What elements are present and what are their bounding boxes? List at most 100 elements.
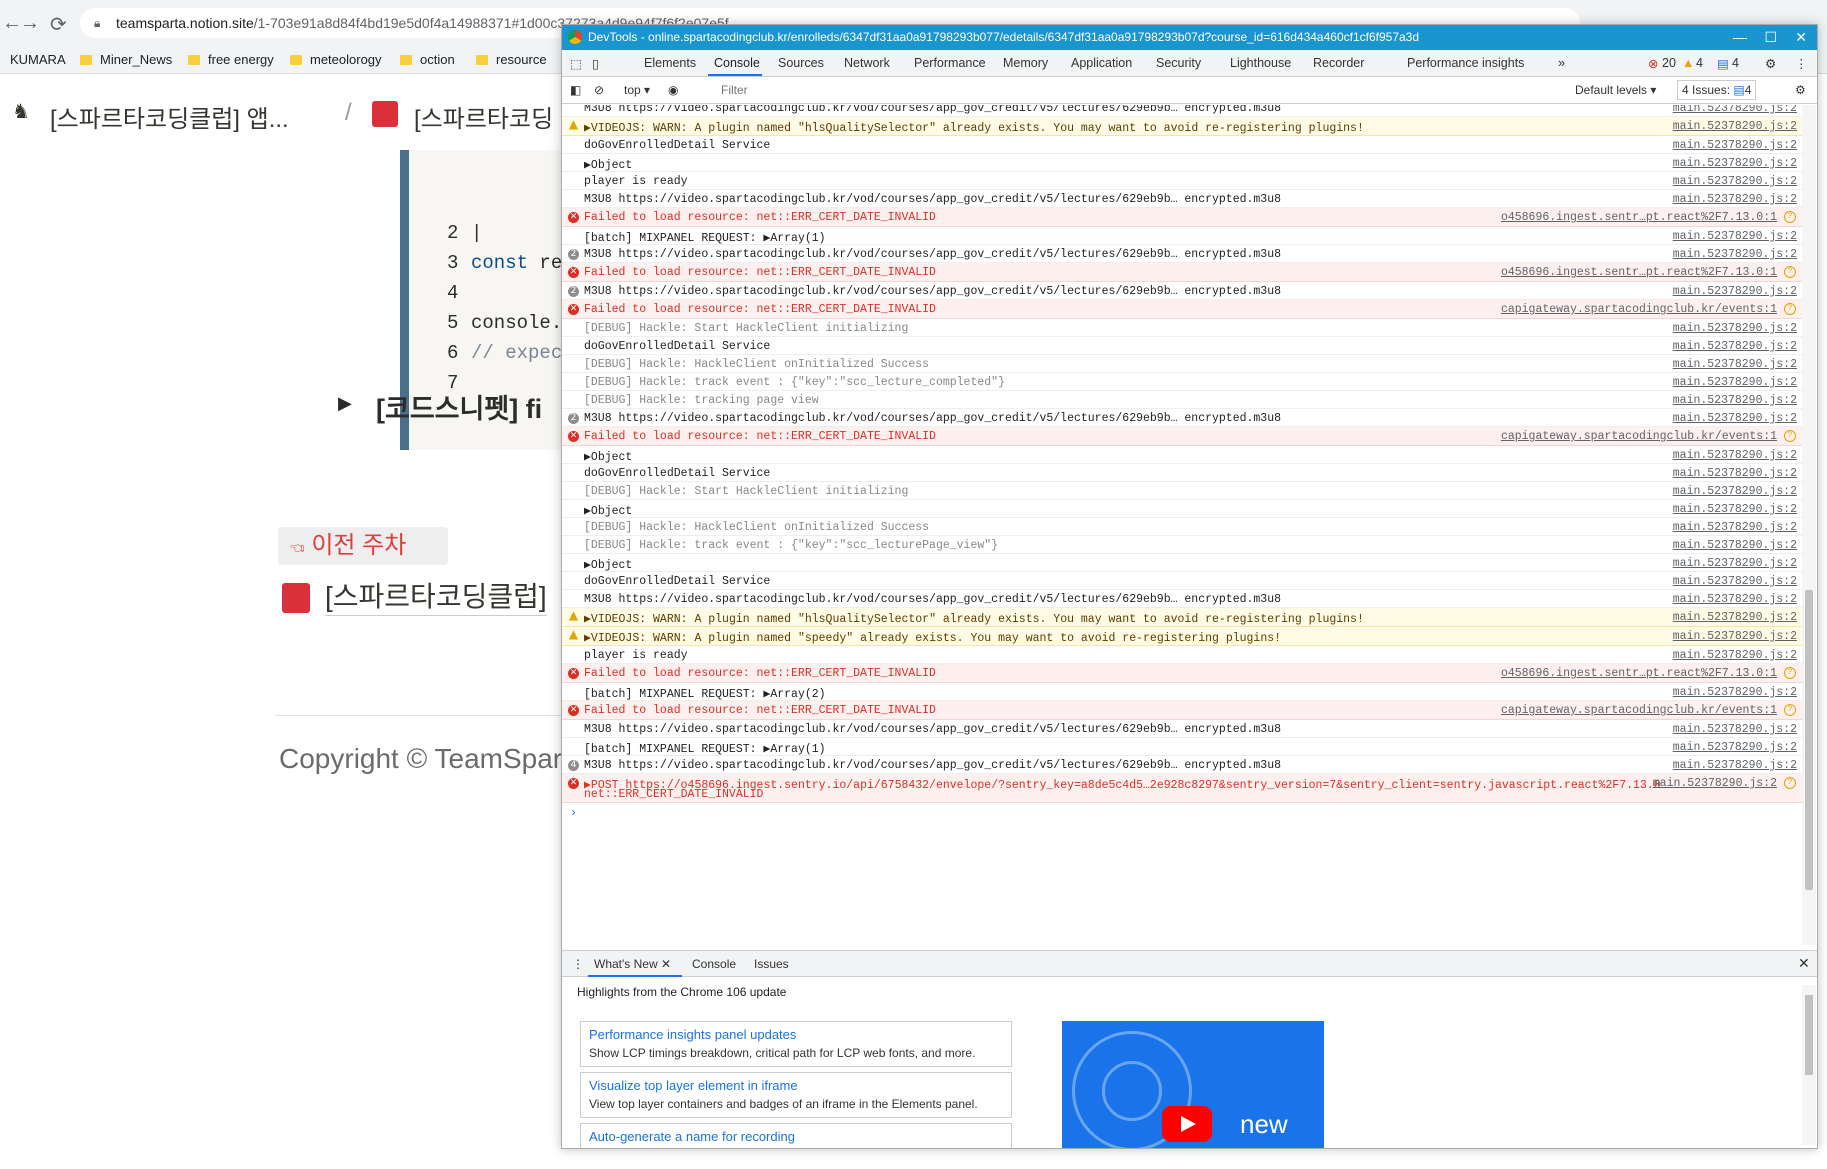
tab-security[interactable]: Security	[1156, 56, 1201, 70]
filter-input[interactable]	[717, 80, 1562, 100]
console-message[interactable]: ▶Object main.52378290.js:2	[562, 154, 1802, 172]
bookmark-item[interactable]: meteolorogy	[290, 52, 382, 67]
console-message[interactable]: M3U8 https://video.spartacodingclub.kr/v…	[562, 720, 1802, 738]
source-link[interactable]: main.52378290.js:2	[1673, 539, 1797, 552]
console-message[interactable]: doGovEnrolledDetail Service main.52378290…	[562, 136, 1802, 154]
source-link[interactable]: main.52378290.js:2	[1673, 105, 1797, 115]
source-link[interactable]: main.52378290.js:2	[1673, 467, 1797, 480]
error-count[interactable]: 20	[1662, 56, 1676, 70]
clear-console-icon[interactable]: ⊘	[594, 83, 604, 97]
source-link[interactable]: capigateway.spartacodingclub.kr/events:1	[1501, 704, 1777, 717]
source-link[interactable]: main.52378290.js:2	[1673, 741, 1797, 754]
toggle-block-title[interactable]: [코드스니펫] fi	[376, 387, 542, 426]
issue-link-icon[interactable]: ?	[1784, 303, 1796, 315]
console-message[interactable]: [batch] MIXPANEL REQUEST: ▶Array(2) main.…	[562, 683, 1802, 701]
console-message[interactable]: ▶Object main.52378290.js:2	[562, 554, 1802, 572]
tab-performance[interactable]: Performance	[914, 56, 986, 70]
console-log[interactable]: M3U8 https://video.spartacodingclub.kr/v…	[562, 105, 1802, 945]
issue-link-icon[interactable]: ?	[1784, 667, 1796, 679]
tab-elements[interactable]: Elements	[644, 56, 696, 70]
issue-link-icon[interactable]: ?	[1784, 211, 1796, 223]
inspect-icon[interactable]: ⬚	[570, 56, 582, 71]
card-title[interactable]: Performance insights panel updates	[589, 1027, 796, 1042]
source-link[interactable]: capigateway.spartacodingclub.kr/events:1	[1501, 303, 1777, 316]
toggle-triangle-icon[interactable]: ▶	[338, 393, 352, 414]
breadcrumb-item[interactable]: [스파르타코딩클럽] 앱...	[50, 99, 289, 134]
source-link[interactable]: main.52378290.js:2	[1673, 759, 1797, 772]
console-message[interactable]: [DEBUG] Hackle: track event : {"key":"sc…	[562, 373, 1802, 391]
prev-week-link[interactable]: [스파르타코딩클럽]	[325, 575, 547, 616]
console-message[interactable]: 2 M3U8 https://video.spartacodingclub.kr/…	[562, 245, 1802, 263]
console-message[interactable]: ✕ Failed to load resource: net::ERR_CERT_…	[562, 263, 1802, 282]
drawer-tab-console[interactable]: Console	[692, 957, 736, 971]
source-link[interactable]: main.52378290.js:2	[1673, 157, 1797, 170]
source-link[interactable]: main.52378290.js:2	[1673, 120, 1797, 133]
console-message[interactable]: [DEBUG] Hackle: tracking page view main.5…	[562, 391, 1802, 409]
console-message[interactable]: [batch] MIXPANEL REQUEST: ▶Array(1) main.…	[562, 227, 1802, 245]
back-icon[interactable]: ←	[2, 12, 22, 35]
console-message[interactable]: [DEBUG] Hackle: HackleClient onInitializ…	[562, 355, 1802, 373]
console-message[interactable]: ✕ ▶POST https://o458696.ingest.sentry.io/…	[562, 774, 1802, 803]
minimize-icon[interactable]: —	[1733, 25, 1747, 50]
source-link[interactable]: main.52378290.js:2	[1673, 412, 1797, 425]
source-link[interactable]: main.52378290.js:2	[1673, 503, 1797, 516]
source-link[interactable]: main.52378290.js:2	[1673, 593, 1797, 606]
warning-count-icon[interactable]: ▲	[1682, 56, 1694, 70]
console-message[interactable]: [DEBUG] Hackle: Start HackleClient initi…	[562, 319, 1802, 337]
whats-new-card[interactable]: Visualize top layer element in iframe Vi…	[580, 1072, 1012, 1118]
youtube-play-icon[interactable]	[1162, 1106, 1212, 1142]
source-link[interactable]: o458696.ingest.sentr…pt.react%2F7.13.0:1	[1501, 667, 1777, 680]
bookmark-item[interactable]: oction	[400, 52, 455, 67]
forward-icon[interactable]: →	[20, 12, 40, 35]
issue-link-icon[interactable]: ?	[1784, 777, 1796, 789]
tab-recorder[interactable]: Recorder	[1313, 56, 1364, 70]
log-levels-dropdown[interactable]: Default levels ▾	[1575, 83, 1656, 97]
scroll-thumb[interactable]	[1805, 590, 1813, 890]
console-message[interactable]: ▶Object main.52378290.js:2	[562, 500, 1802, 518]
console-message[interactable]: ✕ Failed to load resource: net::ERR_CERT_…	[562, 208, 1802, 227]
source-link[interactable]: main.52378290.js:2	[1673, 557, 1797, 570]
tab-network[interactable]: Network	[844, 56, 890, 70]
source-link[interactable]: o458696.ingest.sentr…pt.react%2F7.13.0:1	[1501, 211, 1777, 224]
source-link[interactable]: main.52378290.js:2	[1673, 521, 1797, 534]
bookmark-item[interactable]: Miner_News	[80, 52, 172, 67]
console-message[interactable]: 2 M3U8 https://video.spartacodingclub.kr/…	[562, 282, 1802, 300]
console-message[interactable]: [batch] MIXPANEL REQUEST: ▶Array(1) main.…	[562, 738, 1802, 756]
source-link[interactable]: main.52378290.js:2	[1673, 686, 1797, 699]
console-message[interactable]: [DEBUG] Hackle: Start HackleClient initi…	[562, 482, 1802, 500]
console-message[interactable]: ▲ ▶VIDEOJS: WARN: A plugin named "speedy"…	[562, 627, 1802, 646]
source-link[interactable]: main.52378290.js:2	[1673, 575, 1797, 588]
error-count-icon[interactable]: ⊗	[1648, 56, 1658, 71]
source-link[interactable]: main.52378290.js:2	[1673, 485, 1797, 498]
tab-lighthouse[interactable]: Lighthouse	[1230, 56, 1291, 70]
source-link[interactable]: main.52378290.js:2	[1673, 322, 1797, 335]
bookmark-item[interactable]: resource	[476, 52, 547, 67]
device-toolbar-icon[interactable]: ▯	[592, 56, 599, 71]
live-expression-eye-icon[interactable]: ◉	[668, 83, 678, 97]
source-link[interactable]: main.52378290.js:2	[1673, 340, 1797, 353]
console-message[interactable]: doGovEnrolledDetail Service main.52378290…	[562, 464, 1802, 482]
console-message[interactable]: ▶Object main.52378290.js:2	[562, 446, 1802, 464]
bookmark-item[interactable]: free energy	[188, 52, 274, 67]
console-message[interactable]: M3U8 https://video.spartacodingclub.kr/v…	[562, 190, 1802, 208]
source-link[interactable]: main.52378290.js:2	[1673, 193, 1797, 206]
sidebar-toggle-icon[interactable]: ◧	[570, 83, 581, 97]
tab-application[interactable]: Application	[1071, 56, 1132, 70]
card-title[interactable]: Visualize top layer element in iframe	[589, 1078, 798, 1093]
source-link[interactable]: main.52378290.js:2	[1673, 175, 1797, 188]
console-message[interactable]: ✕ Failed to load resource: net::ERR_CERT_…	[562, 701, 1802, 720]
source-link[interactable]: main.52378290.js:2	[1673, 139, 1797, 152]
close-drawer-icon[interactable]: ✕	[1798, 955, 1810, 972]
source-link[interactable]: main.52378290.js:2	[1673, 394, 1797, 407]
source-link[interactable]: main.52378290.js:2	[1673, 248, 1797, 261]
card-title[interactable]: Auto-generate a name for recording	[589, 1129, 795, 1144]
console-message[interactable]: [DEBUG] Hackle: track event : {"key":"sc…	[562, 536, 1802, 554]
whats-new-video-thumbnail[interactable]: new	[1062, 1021, 1324, 1148]
issues-button[interactable]: 4 Issues: ▤4	[1677, 80, 1757, 100]
console-settings-gear-icon[interactable]: ⚙	[1795, 83, 1806, 97]
console-message[interactable]: ✕ Failed to load resource: net::ERR_CERT_…	[562, 300, 1802, 319]
source-link[interactable]: main.52378290.js:2	[1673, 630, 1797, 643]
source-link[interactable]: main.52378290.js:2	[1653, 777, 1777, 790]
source-link[interactable]: main.52378290.js:2	[1673, 723, 1797, 736]
console-prompt[interactable]: ›	[570, 807, 577, 820]
